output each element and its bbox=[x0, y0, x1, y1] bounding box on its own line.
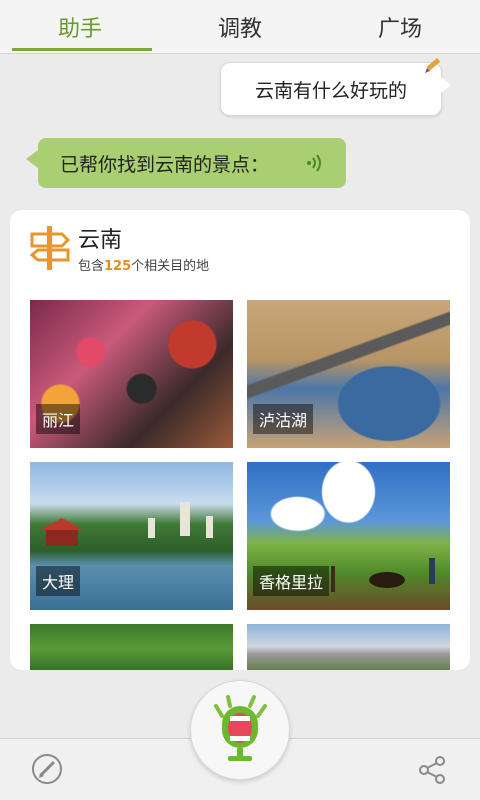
bot-message-text: 已帮你找到云南的景点： bbox=[60, 153, 270, 176]
destination-count: 125 bbox=[104, 259, 132, 274]
place-tile-lijiang[interactable]: 丽江 bbox=[30, 300, 233, 448]
place-tile-shangri-la[interactable]: 香格里拉 bbox=[247, 462, 450, 610]
top-tab-bar: 助手 调教 广场 bbox=[0, 0, 480, 54]
pencil-icon[interactable] bbox=[30, 752, 64, 786]
user-message-bubble[interactable]: 云南有什么好玩的 bbox=[220, 62, 451, 116]
sound-wave-icon[interactable] bbox=[306, 153, 324, 173]
card-subtitle: 包含125个相关目的地 bbox=[78, 255, 209, 274]
place-tile-lugu-lake[interactable]: 泸沽湖 bbox=[247, 300, 450, 448]
signpost-icon bbox=[29, 226, 71, 270]
edit-message-icon[interactable] bbox=[423, 54, 445, 76]
place-tile-stone-forest[interactable] bbox=[247, 624, 450, 670]
place-label: 丽江 bbox=[36, 404, 81, 434]
share-icon[interactable] bbox=[416, 754, 448, 786]
subtitle-prefix: 包含 bbox=[78, 259, 105, 274]
tab-assistant[interactable]: 助手 bbox=[0, 0, 160, 53]
card-header: 云南 包含125个相关目的地 bbox=[10, 210, 470, 290]
card-title: 云南 bbox=[78, 228, 123, 253]
destination-card[interactable]: 云南 包含125个相关目的地 丽江 泸沽湖 大理 香格里拉 bbox=[10, 210, 470, 670]
subtitle-suffix: 个相关目的地 bbox=[131, 259, 210, 274]
place-label: 香格里拉 bbox=[253, 566, 330, 596]
bot-message-bubble: 已帮你找到云南的景点： bbox=[26, 138, 346, 188]
place-tile-dali[interactable]: 大理 bbox=[30, 462, 233, 610]
user-message-text: 云南有什么好玩的 bbox=[254, 79, 407, 102]
tab-square[interactable]: 广场 bbox=[320, 0, 480, 53]
place-tile-forest[interactable] bbox=[30, 624, 233, 670]
tab-training[interactable]: 调教 bbox=[160, 0, 320, 53]
microphone-mascot-icon bbox=[214, 695, 267, 761]
voice-input-button[interactable] bbox=[190, 680, 290, 780]
place-label: 大理 bbox=[36, 566, 81, 596]
place-label: 泸沽湖 bbox=[253, 404, 314, 434]
